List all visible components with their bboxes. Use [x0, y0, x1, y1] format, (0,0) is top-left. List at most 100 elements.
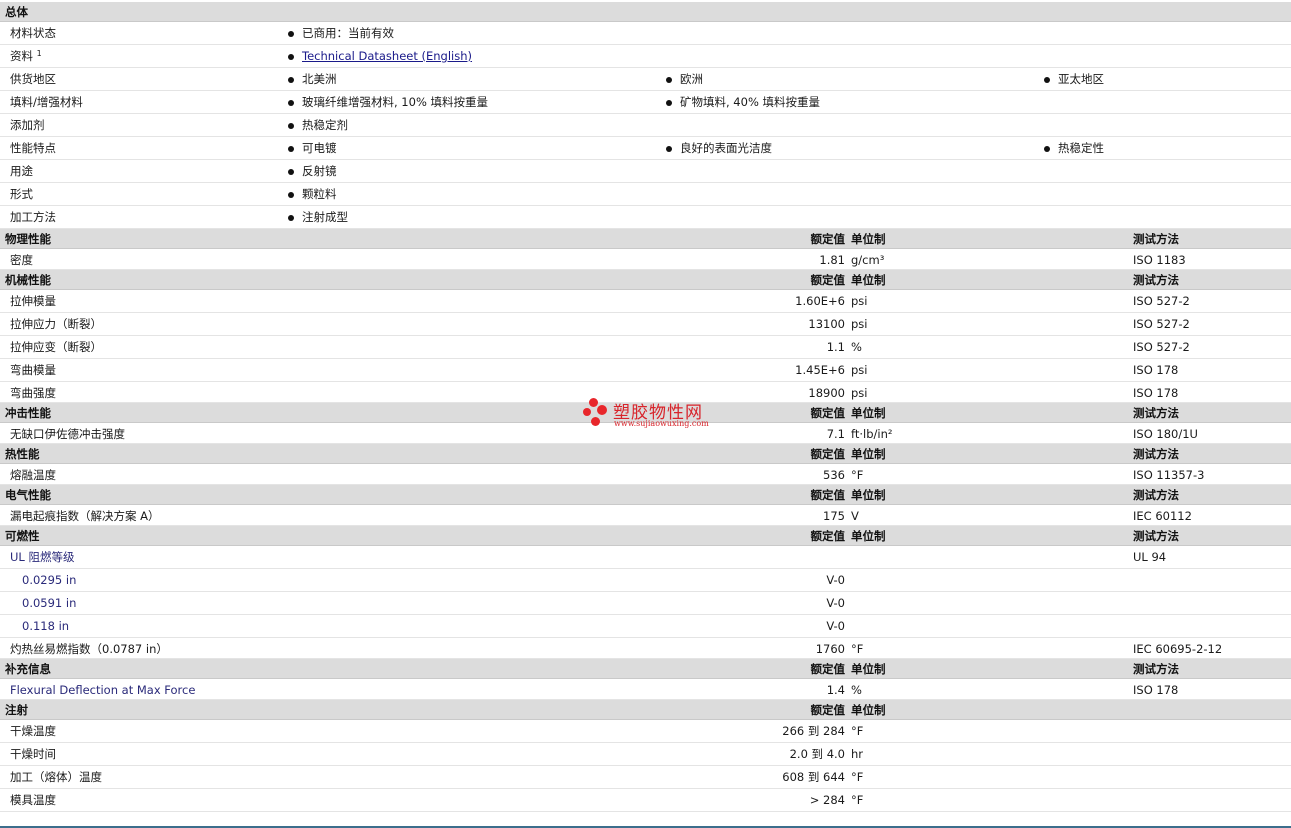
property-test: ISO 527-2	[1133, 317, 1190, 331]
property-unit: V	[851, 509, 859, 523]
row-label: 添加剂	[10, 118, 45, 132]
property-test: ISO 178	[1133, 363, 1179, 377]
property-unit: psi	[851, 363, 868, 377]
rating-value: V-0	[826, 619, 845, 633]
property-unit: °F	[851, 724, 864, 738]
bullet-item: 热稳定性	[1044, 137, 1104, 160]
property-row: Flexural Deflection at Max Force 1.4 % I…	[0, 679, 1291, 700]
property-label: 弯曲模量	[10, 363, 56, 377]
row-uses: 用途 反射镜	[0, 160, 1291, 183]
property-row: 干燥温度 266 到 284 °F	[0, 720, 1291, 743]
column-unit-header: 单位制	[851, 447, 886, 461]
section-title: 热性能	[5, 447, 40, 461]
section-title: 可燃性	[5, 529, 40, 543]
row-label: 资料 1	[10, 45, 42, 68]
column-test-header: 测试方法	[1133, 662, 1179, 676]
column-unit-header: 单位制	[851, 406, 886, 420]
bullet-item: 北美洲	[288, 68, 337, 91]
datasheet-link[interactable]: Technical Datasheet (English)	[302, 49, 472, 63]
thickness-label: 0.0591 in	[22, 596, 77, 610]
bullet-item: 注射成型	[288, 206, 348, 229]
property-label: 干燥温度	[10, 724, 56, 738]
row-label: 性能特点	[10, 141, 56, 155]
property-value: 536	[823, 468, 845, 482]
property-value: 1760	[815, 642, 845, 656]
property-test: ISO 178	[1133, 683, 1179, 697]
column-test-header: 测试方法	[1133, 447, 1179, 461]
column-test-header: 测试方法	[1133, 488, 1179, 502]
property-row: 弯曲模量 1.45E+6 psi ISO 178	[0, 359, 1291, 382]
property-test: IEC 60112	[1133, 509, 1192, 523]
bullet-item: 已商用：当前有效	[288, 22, 394, 45]
property-value: 18900	[808, 386, 845, 400]
row-label: 用途	[10, 164, 33, 178]
bullet-item: 热稳定剂	[288, 114, 348, 137]
bullet-item: 欧洲	[666, 68, 703, 91]
rating-value: V-0	[826, 573, 845, 587]
section-title: 冲击性能	[5, 406, 51, 420]
property-unit: °F	[851, 642, 864, 656]
thickness-label: 0.0295 in	[22, 573, 77, 587]
property-value: 1.81	[819, 253, 845, 267]
footnote-marker: 1	[36, 49, 42, 58]
property-unit: °F	[851, 468, 864, 482]
column-unit-header: 单位制	[851, 662, 886, 676]
property-label: 熔融温度	[10, 468, 56, 482]
bullet-item: 可电镀	[288, 137, 337, 160]
logo-dot-icon	[589, 398, 598, 407]
section-title: 物理性能	[5, 232, 51, 246]
property-test: ISO 11357-3	[1133, 468, 1205, 482]
bullet-item: 矿物填料, 40% 填料按重量	[666, 91, 820, 114]
section-header-flammability: 可燃性 额定值 单位制 测试方法	[0, 526, 1291, 546]
property-row: 漏电起痕指数（解决方案 A） 175 V IEC 60112	[0, 505, 1291, 526]
bullet-item: 亚太地区	[1044, 68, 1104, 91]
property-value: 2.0 到 4.0	[789, 747, 845, 761]
property-value: 1.60E+6	[795, 294, 845, 308]
section-header-injection: 注射 额定值 单位制	[0, 700, 1291, 720]
property-unit: psi	[851, 294, 868, 308]
row-form: 形式 颗粒料	[0, 183, 1291, 206]
property-label: 弯曲强度	[10, 386, 56, 400]
property-test: ISO 527-2	[1133, 340, 1190, 354]
row-label: 供货地区	[10, 72, 56, 86]
property-row: 干燥时间 2.0 到 4.0 hr	[0, 743, 1291, 766]
property-value: 266 到 284	[782, 724, 845, 738]
property-test: ISO 180/1U	[1133, 427, 1198, 441]
column-test-header: 测试方法	[1133, 232, 1179, 246]
section-title: 机械性能	[5, 273, 51, 287]
bullet-item: 良好的表面光洁度	[666, 137, 772, 160]
column-test-header: 测试方法	[1133, 273, 1179, 287]
column-value-header: 额定值	[810, 662, 846, 676]
property-label: UL 阻燃等级	[10, 550, 75, 564]
property-label: 模具温度	[10, 793, 56, 807]
column-unit-header: 单位制	[851, 273, 886, 287]
property-row: 加工（熔体）温度 608 到 644 °F	[0, 766, 1291, 789]
section-title: 电气性能	[5, 488, 51, 502]
section-title: 注射	[5, 703, 28, 717]
section-title: 总体	[5, 5, 28, 19]
row-label: 填料/增强材料	[10, 95, 83, 109]
property-test: UL 94	[1133, 550, 1167, 564]
property-unit: %	[851, 683, 862, 697]
column-value-header: 额定值	[810, 703, 846, 717]
property-test: ISO 178	[1133, 386, 1179, 400]
property-row: 拉伸应力（断裂） 13100 psi ISO 527-2	[0, 313, 1291, 336]
section-title: 补充信息	[5, 662, 51, 676]
property-value: 1.1	[826, 340, 845, 354]
logo-dot-icon	[597, 405, 607, 415]
property-label: 漏电起痕指数（解决方案 A）	[10, 509, 160, 523]
property-value: > 284	[809, 793, 845, 807]
column-unit-header: 单位制	[851, 232, 886, 246]
logo-dot-icon	[583, 408, 591, 416]
bullet-item: 反射镜	[288, 160, 337, 183]
property-label: Flexural Deflection at Max Force	[10, 683, 196, 697]
column-value-header: 额定值	[810, 232, 846, 246]
property-unit: g/cm³	[851, 253, 885, 267]
property-row: 拉伸应变（断裂） 1.1 % ISO 527-2	[0, 336, 1291, 359]
property-value: 175	[823, 509, 845, 523]
column-test-header: 测试方法	[1133, 529, 1179, 543]
row-label: 形式	[10, 187, 33, 201]
column-unit-header: 单位制	[851, 703, 886, 717]
rating-value: V-0	[826, 596, 845, 610]
property-unit: psi	[851, 386, 868, 400]
